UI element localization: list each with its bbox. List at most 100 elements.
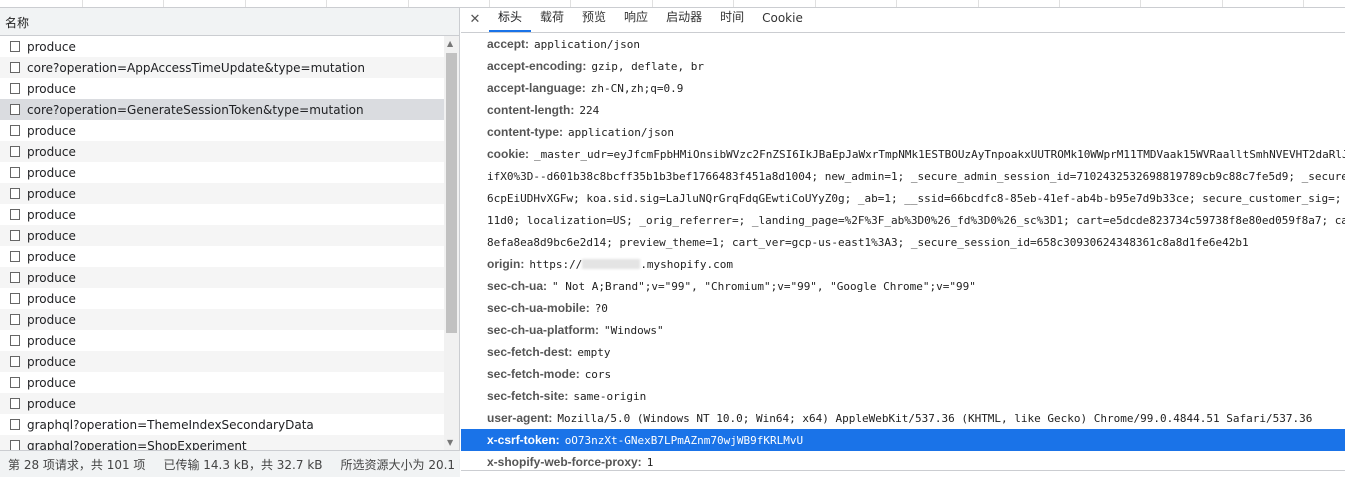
tab-0[interactable]: 标头	[489, 8, 532, 32]
request-name: produce	[27, 207, 76, 222]
checkbox-icon[interactable]	[10, 251, 20, 262]
request-row[interactable]: graphql?operation=ShopExperiment	[0, 435, 444, 450]
header-value: application/json	[534, 37, 640, 51]
header-key: accept-language:	[487, 81, 586, 95]
header-row[interactable]: 8efa8ea8d9bc6e2d14; preview_theme=1; car…	[461, 231, 1345, 253]
tab-4[interactable]: 启动器	[657, 8, 711, 32]
header-row[interactable]: sec-ch-ua-platform: "Windows"	[461, 319, 1345, 341]
request-row[interactable]: produce	[0, 225, 444, 246]
scrollbar-thumb[interactable]	[446, 53, 457, 333]
header-row[interactable]: content-length: 224	[461, 99, 1345, 121]
request-row[interactable]: produce	[0, 204, 444, 225]
checkbox-icon[interactable]	[10, 125, 20, 136]
header-row[interactable]: ifX0%3D--d601b38c8bcff35b1b3bef1766483f4…	[461, 165, 1345, 187]
close-icon[interactable]: ✕	[461, 12, 489, 32]
request-row[interactable]: produce	[0, 78, 444, 99]
tab-1[interactable]: 载荷	[531, 8, 573, 32]
request-name: produce	[27, 396, 76, 411]
request-row[interactable]: produce	[0, 351, 444, 372]
request-row[interactable]: produce	[0, 372, 444, 393]
request-name: produce	[27, 375, 76, 390]
header-row[interactable]: sec-ch-ua-mobile: ?0	[461, 297, 1345, 319]
checkbox-icon[interactable]	[10, 167, 20, 178]
header-row[interactable]: sec-fetch-dest: empty	[461, 341, 1345, 363]
header-value: https://	[529, 257, 583, 271]
header-row[interactable]: sec-ch-ua: " Not A;Brand";v="99", "Chromi…	[461, 275, 1345, 297]
checkbox-icon[interactable]	[10, 230, 20, 241]
request-row[interactable]: produce	[0, 36, 444, 57]
request-list-scrollbar[interactable]: ▲ ▼	[444, 36, 459, 450]
checkbox-icon[interactable]	[10, 335, 20, 346]
tab-2[interactable]: 预览	[573, 8, 615, 32]
header-row[interactable]: 11d0; localization=US; _orig_referrer=; …	[461, 209, 1345, 231]
request-row[interactable]: produce	[0, 309, 444, 330]
checkbox-icon[interactable]	[10, 62, 20, 73]
request-row[interactable]: produce	[0, 393, 444, 414]
header-row[interactable]: accept: application/json	[461, 33, 1345, 55]
redacted-blur	[582, 259, 641, 269]
checkbox-icon[interactable]	[10, 293, 20, 304]
request-headers-list: accept: application/json accept-encoding: g…	[461, 33, 1345, 473]
header-row[interactable]: user-agent: Mozilla/5.0 (Windows NT 10.0;…	[461, 407, 1345, 429]
header-value: application/json	[568, 125, 674, 139]
checkbox-icon[interactable]	[10, 419, 20, 430]
selected-resource-size: 所选资源大小为 20.1 kB，	[340, 457, 461, 472]
request-row[interactable]: produce	[0, 120, 444, 141]
checkbox-icon[interactable]	[10, 188, 20, 199]
request-name: produce	[27, 144, 76, 159]
header-key: sec-fetch-mode:	[487, 367, 580, 381]
header-row[interactable]: x-csrf-token: oO73nzXt-GNexB7LPmAZnm70wjW…	[461, 429, 1345, 451]
checkbox-icon[interactable]	[10, 104, 20, 115]
header-row[interactable]: 6cpEiUDHvXGFw; koa.sid.sig=LaJluNQrGrqFd…	[461, 187, 1345, 209]
header-key: accept-encoding:	[487, 59, 587, 73]
header-key: sec-ch-ua-platform:	[487, 323, 600, 337]
header-value: oO73nzXt-GNexB7LPmAZnm70wjWB9fKRLMvU	[564, 433, 804, 447]
request-row[interactable]: core?operation=GenerateSessionToken&type…	[0, 99, 444, 120]
tab-6[interactable]: Cookie	[753, 11, 812, 32]
request-row[interactable]: produce	[0, 141, 444, 162]
request-row[interactable]: produce	[0, 330, 444, 351]
checkbox-icon[interactable]	[10, 41, 20, 52]
checkbox-icon[interactable]	[10, 314, 20, 325]
header-row[interactable]: content-type: application/json	[461, 121, 1345, 143]
request-name: produce	[27, 333, 76, 348]
header-row[interactable]: accept-language: zh-CN,zh;q=0.9	[461, 77, 1345, 99]
scroll-down-icon[interactable]: ▼	[447, 438, 453, 447]
request-name: produce	[27, 123, 76, 138]
header-value: 224	[579, 103, 600, 117]
checkbox-icon[interactable]	[10, 83, 20, 94]
checkbox-icon[interactable]	[10, 272, 20, 283]
name-column-header[interactable]: 名称	[0, 8, 459, 36]
header-key: content-length:	[487, 103, 575, 117]
tab-3[interactable]: 响应	[615, 8, 657, 32]
checkbox-icon[interactable]	[10, 398, 20, 409]
request-row[interactable]: produce	[0, 162, 444, 183]
header-row[interactable]: sec-fetch-mode: cors	[461, 363, 1345, 385]
header-key: user-agent:	[487, 411, 553, 425]
header-value: Mozilla/5.0 (Windows NT 10.0; Win64; x64…	[557, 411, 1313, 425]
header-value: 6cpEiUDHvXGFw; koa.sid.sig=LaJluNQrGrqFd…	[487, 191, 1345, 205]
request-row[interactable]: produce	[0, 267, 444, 288]
checkbox-icon[interactable]	[10, 209, 20, 220]
header-value: _master_udr=eyJfcmFpbHMiOnsibWVzc2FnZSI6…	[534, 147, 1345, 161]
checkbox-icon[interactable]	[10, 356, 20, 367]
checkbox-icon[interactable]	[10, 146, 20, 157]
details-tabs: ✕ 标头 载荷 预览 响应 启动器 时间 Cookie	[461, 8, 1345, 33]
divider	[461, 470, 1345, 471]
header-row[interactable]: cookie: _master_udr=eyJfcmFpbHMiOnsibWVzc…	[461, 143, 1345, 165]
request-row[interactable]: produce	[0, 288, 444, 309]
request-list-panel: 名称 produce core?operation=AppAccessTimeUp…	[0, 8, 460, 477]
header-row[interactable]: origin: https:// .myshopify.com	[461, 253, 1345, 275]
header-row[interactable]: sec-fetch-site: same-origin	[461, 385, 1345, 407]
request-row[interactable]: produce	[0, 246, 444, 267]
checkbox-icon[interactable]	[10, 377, 20, 388]
request-row[interactable]: produce	[0, 183, 444, 204]
scroll-up-icon[interactable]: ▲	[447, 39, 453, 48]
checkbox-icon[interactable]	[10, 440, 20, 450]
tab-5[interactable]: 时间	[711, 8, 753, 32]
header-row[interactable]: accept-encoding: gzip, deflate, br	[461, 55, 1345, 77]
header-value: cors	[584, 367, 612, 381]
request-name: graphql?operation=ThemeIndexSecondaryDat…	[27, 417, 314, 432]
request-row[interactable]: graphql?operation=ThemeIndexSecondaryDat…	[0, 414, 444, 435]
request-row[interactable]: core?operation=AppAccessTimeUpdate&type=…	[0, 57, 444, 78]
